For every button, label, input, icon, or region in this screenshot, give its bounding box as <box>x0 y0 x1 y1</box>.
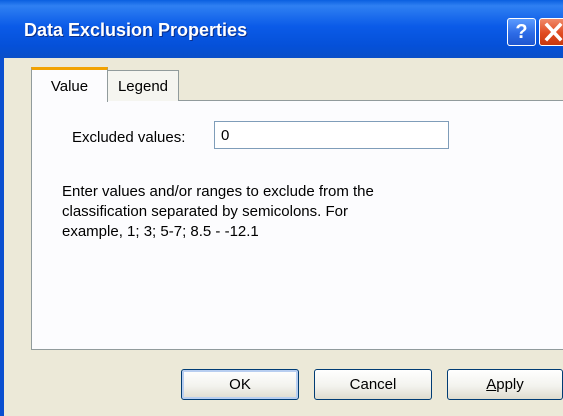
excluded-values-input[interactable] <box>214 121 449 149</box>
instructions-text: Enter values and/or ranges to exclude fr… <box>62 182 462 242</box>
excluded-values-label: Excluded values: <box>72 129 186 146</box>
tab-legend-label: Legend <box>117 77 169 95</box>
apply-button-label: pply <box>496 376 524 393</box>
tab-value[interactable]: Value <box>31 67 108 102</box>
tab-legend[interactable]: Legend <box>107 70 179 101</box>
ok-button[interactable]: OK <box>181 369 299 400</box>
window-title: Data Exclusion Properties <box>24 20 248 40</box>
instructions-line: classification separated by semicolons. … <box>62 203 348 220</box>
close-button[interactable] <box>539 18 563 46</box>
help-icon: ? <box>515 20 528 43</box>
window-border <box>0 58 4 416</box>
cancel-button-label: Cancel <box>349 376 397 393</box>
instructions-line: Enter values and/or ranges to exclude fr… <box>62 183 374 200</box>
tab-value-label: Value <box>50 77 89 95</box>
close-icon <box>544 22 563 42</box>
instructions-line: example, 1; 3; 5-7; 8.5 - -12.1 <box>62 223 259 240</box>
title-bar[interactable]: Data Exclusion Properties ? <box>0 0 563 58</box>
apply-mnemonic: A <box>486 376 497 393</box>
cancel-button[interactable]: Cancel <box>314 369 432 400</box>
ok-button-label: OK <box>229 376 251 393</box>
help-button[interactable]: ? <box>507 18 536 46</box>
apply-button[interactable]: Apply <box>447 369 563 400</box>
